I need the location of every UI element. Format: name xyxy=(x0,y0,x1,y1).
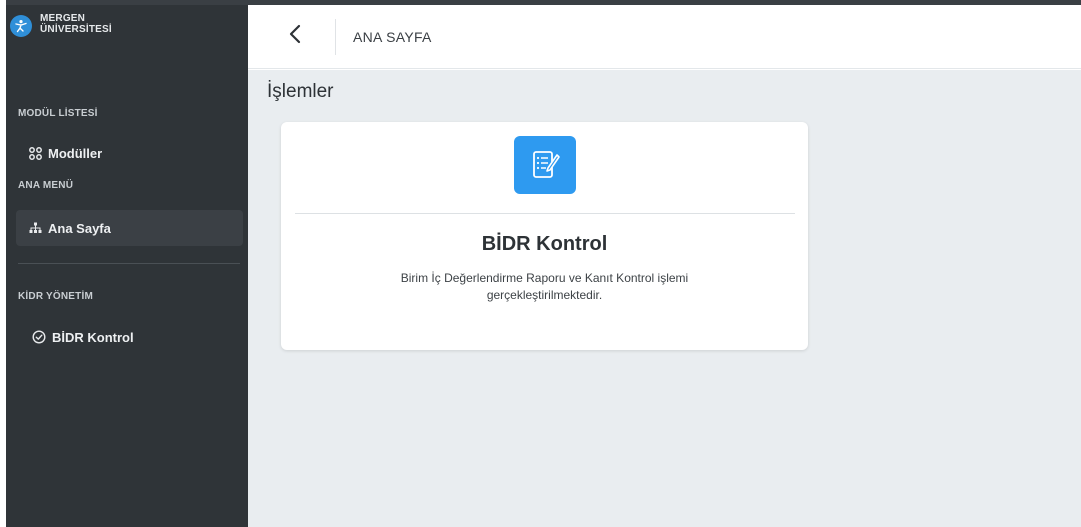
grid-icon xyxy=(28,146,42,160)
card-description: Birim İç Değerlendirme Raporu ve Kanıt K… xyxy=(281,270,808,304)
sidebar-item-label: Ana Sayfa xyxy=(48,220,111,236)
header-separator xyxy=(335,19,336,55)
check-circle-icon xyxy=(32,330,46,344)
section-title-modul-listesi: MODÜL LİSTESİ xyxy=(18,108,98,119)
sidebar: MERGEN ÜNİVERSİTESİ MODÜL LİSTESİ Modüll… xyxy=(6,5,248,527)
breadcrumb: ANA SAYFA xyxy=(353,29,432,45)
top-header: ANA SAYFA xyxy=(248,5,1081,69)
sidebar-item-label: BİDR Kontrol xyxy=(52,329,134,345)
app-window: MERGEN ÜNİVERSİTESİ MODÜL LİSTESİ Modüll… xyxy=(0,0,1081,527)
brand[interactable]: MERGEN ÜNİVERSİTESİ xyxy=(6,5,248,65)
sidebar-item-ana-sayfa[interactable]: Ana Sayfa xyxy=(16,210,243,246)
sidebar-item-label: Modüller xyxy=(48,145,103,161)
document-edit-icon xyxy=(514,136,576,194)
page-title: İşlemler xyxy=(267,81,334,102)
brand-name: MERGEN ÜNİVERSİTESİ xyxy=(40,13,112,35)
sitemap-icon xyxy=(28,221,42,235)
sidebar-item-bidr-kontrol[interactable]: BİDR Kontrol xyxy=(16,319,243,355)
sidebar-divider xyxy=(18,263,240,264)
module-card-bidr-kontrol[interactable]: BİDR Kontrol Birim İç Değerlendirme Rapo… xyxy=(281,122,808,350)
figure-icon xyxy=(10,15,32,37)
card-title: BİDR Kontrol xyxy=(481,233,608,255)
brand-line-1: MERGEN xyxy=(40,13,86,24)
brand-line-2: ÜNİVERSİTESİ xyxy=(40,24,112,35)
chevron-left-icon xyxy=(289,24,301,49)
sidebar-item-moduller[interactable]: Modüller xyxy=(16,135,243,171)
back-button[interactable] xyxy=(284,19,306,53)
card-divider xyxy=(295,213,795,214)
section-title-ana-menu: ANA MENÜ xyxy=(18,180,74,191)
card-description-line-1: Birim İç Değerlendirme Raporu ve Kanıt K… xyxy=(400,271,689,285)
main-content: İşlemler BİDR Kontrol Birim İç Değerlend… xyxy=(248,70,1081,527)
card-description-line-2: gerçekleştirilmektedir. xyxy=(486,288,603,302)
section-title-kidr-yonetim: KİDR YÖNETİM xyxy=(18,291,93,302)
